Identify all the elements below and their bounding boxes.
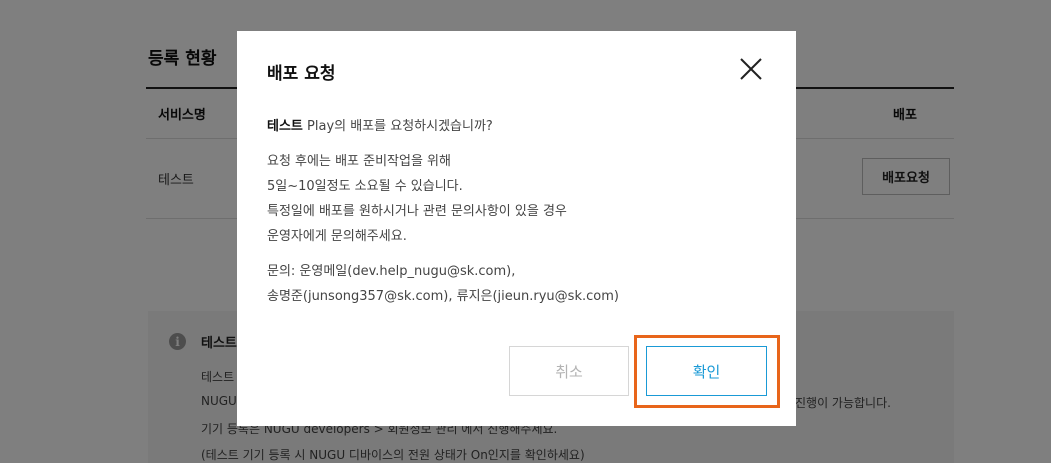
modal-body-line: 운영자에게 문의해주세요. [267, 229, 407, 244]
modal-title: 배포 요청 [267, 64, 336, 84]
modal-body-line: 특정일에 배포를 원하시거나 관련 문의사항이 있을 경우 [267, 204, 567, 219]
question-text: Play의 배포를 요청하시겠습니까? [302, 119, 493, 134]
modal-question: 테스트 Play의 배포를 요청하시겠습니까? [267, 115, 493, 134]
modal-body-line: 요청 후에는 배포 준비작업을 위해 [267, 154, 451, 169]
deploy-request-modal: 배포 요청 테스트 Play의 배포를 요청하시겠습니까? 요청 후에는 배포 … [237, 31, 796, 426]
modal-contact-line: 송명준(junsong357@sk.com), 류지은(jieun.ryu@sk… [267, 289, 619, 304]
question-service-name: 테스트 [267, 119, 303, 134]
close-button[interactable] [737, 55, 765, 83]
confirm-button[interactable]: 확인 [646, 346, 767, 396]
modal-body-line: 5일~10일정도 소요될 수 있습니다. [267, 179, 463, 194]
close-icon [740, 58, 762, 80]
cancel-button[interactable]: 취소 [509, 346, 629, 396]
modal-contact-line: 문의: 운영메일(dev.help_nugu@sk.com), [267, 264, 516, 279]
